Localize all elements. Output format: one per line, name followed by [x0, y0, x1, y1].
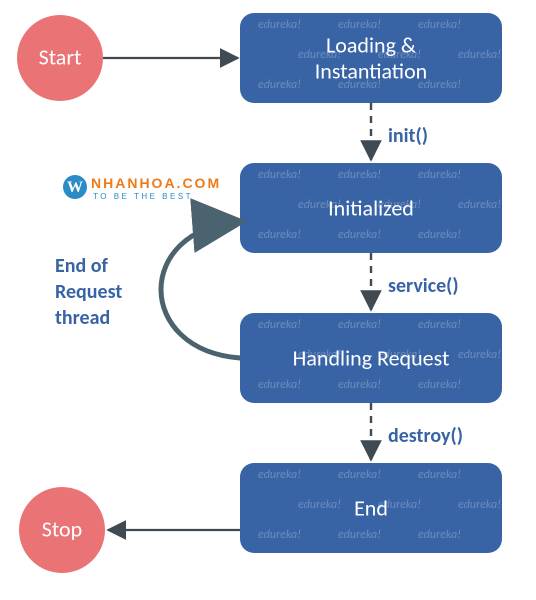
logo-main-text: NHANHOA.COM [91, 175, 221, 191]
svg-text:edureka!: edureka! [258, 18, 301, 32]
svg-text:edureka!: edureka! [258, 78, 301, 92]
svg-text:edureka!: edureka! [418, 528, 461, 542]
node-start: Start [17, 15, 103, 101]
svg-text:edureka!: edureka! [258, 378, 301, 392]
svg-text:edureka!: edureka! [338, 228, 381, 242]
edge-loop-request-thread [161, 222, 240, 358]
node-end: edureka! edureka! edureka! edureka! edur… [240, 463, 502, 553]
svg-text:edureka!: edureka! [458, 198, 501, 212]
edge-label-service: service() [388, 274, 459, 298]
svg-text:edureka!: edureka! [458, 498, 501, 512]
node-initialized-label: Initialized [328, 194, 414, 221]
node-end-label: End [354, 494, 388, 521]
svg-text:edureka!: edureka! [418, 318, 461, 332]
node-handling: edureka! edureka! edureka! edureka! edur… [240, 313, 502, 403]
svg-text:edureka!: edureka! [338, 528, 381, 542]
svg-text:edureka!: edureka! [418, 228, 461, 242]
node-initialized: edureka! edureka! edureka! edureka! edur… [240, 163, 502, 253]
svg-text:edureka!: edureka! [258, 468, 301, 482]
node-handling-label: Handling Request [293, 344, 450, 371]
svg-text:edureka!: edureka! [418, 18, 461, 32]
brand-logo: W NHANHOA.COM TO BE THE BEST [63, 175, 221, 201]
svg-text:edureka!: edureka! [338, 468, 381, 482]
svg-text:edureka!: edureka! [258, 318, 301, 332]
node-loading: edureka! edureka! edureka! edureka! edur… [240, 13, 502, 103]
svg-text:edureka!: edureka! [458, 348, 501, 362]
svg-text:edureka!: edureka! [418, 468, 461, 482]
logo-letter: W [67, 179, 83, 196]
logo-sub-text: TO BE THE BEST [93, 192, 193, 201]
svg-text:edureka!: edureka! [338, 318, 381, 332]
node-loading-label-2: Instantiation [315, 57, 427, 84]
edge-loop-label-2: Request [55, 280, 122, 304]
svg-text:edureka!: edureka! [458, 48, 501, 62]
svg-text:edureka!: edureka! [338, 378, 381, 392]
edge-label-destroy: destroy() [388, 424, 463, 448]
svg-text:edureka!: edureka! [298, 498, 341, 512]
edge-loop-label-1: End of [55, 254, 108, 278]
svg-text:edureka!: edureka! [258, 168, 301, 182]
svg-text:edureka!: edureka! [338, 168, 381, 182]
svg-text:edureka!: edureka! [418, 378, 461, 392]
svg-text:edureka!: edureka! [418, 168, 461, 182]
edge-label-init: init() [388, 124, 428, 148]
node-stop-label: Stop [42, 515, 82, 542]
svg-text:edureka!: edureka! [258, 228, 301, 242]
edge-loop-label-3: thread [55, 306, 110, 330]
svg-text:edureka!: edureka! [338, 18, 381, 32]
node-loading-label-1: Loading & [326, 31, 416, 58]
svg-text:edureka!: edureka! [258, 528, 301, 542]
node-stop: Stop [19, 487, 105, 573]
node-start-label: Start [39, 43, 82, 70]
